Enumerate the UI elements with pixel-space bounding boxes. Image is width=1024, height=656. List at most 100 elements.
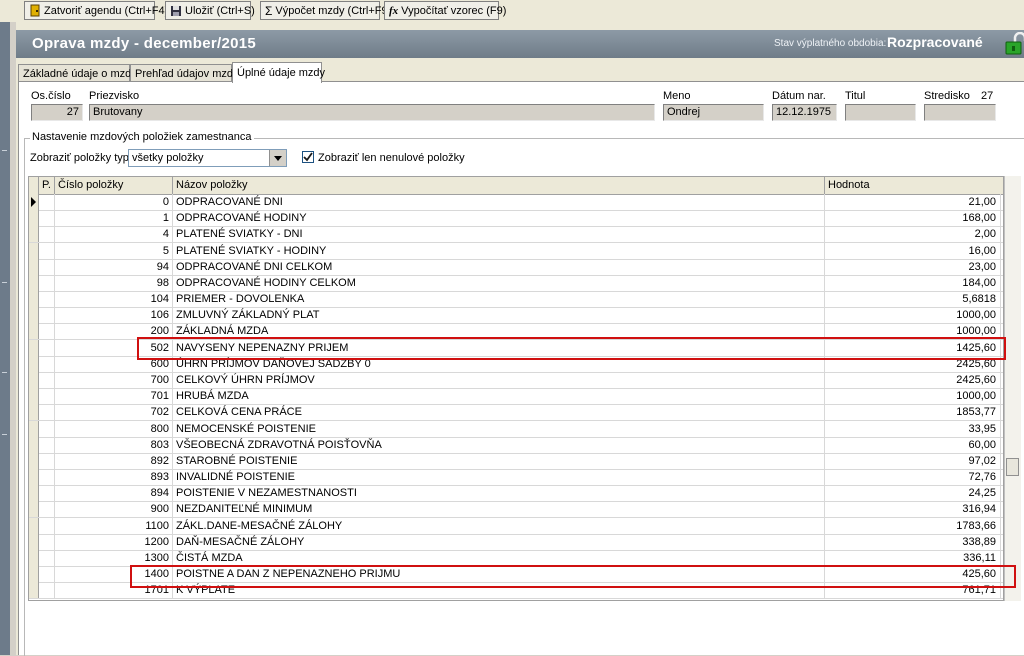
table-row[interactable]: 700 CELKOVÝ ÚHRN PRÍJMOV 2425,60 — [29, 371, 1003, 389]
row-number-cell[interactable]: 894 — [55, 485, 173, 502]
table-row[interactable]: 1100 ZÁKL.DANE-MESAČNÉ ZÁLOHY 1783,66 — [29, 517, 1003, 535]
table-row[interactable]: 1 ODPRACOVANÉ HODINY 168,00 — [29, 210, 1003, 228]
row-p-cell[interactable] — [39, 194, 55, 210]
row-name-cell[interactable]: ÚHRN PRÍJMOV DAŇOVEJ SADZBY 0 — [173, 355, 825, 372]
row-name-cell[interactable]: INVALIDNÉ POISTENIE — [173, 469, 825, 486]
row-p-cell[interactable] — [39, 371, 55, 388]
row-name-cell[interactable]: DAŇ-MESAČNÉ ZÁLOHY — [173, 533, 825, 550]
row-name-cell[interactable]: ZÁKL.DANE-MESAČNÉ ZÁLOHY — [173, 517, 825, 534]
table-row[interactable]: 200 ZÁKLADNÁ MZDA 1000,00 — [29, 323, 1003, 341]
table-row[interactable]: 1701 K VÝPLATE 761,71 — [29, 582, 1003, 600]
row-number-cell[interactable]: 1200 — [55, 533, 173, 550]
row-number-cell[interactable]: 702 — [55, 404, 173, 421]
tab-wage-overview[interactable]: Prehľad údajov mzdy — [130, 64, 239, 82]
row-p-cell[interactable] — [39, 420, 55, 437]
row-number-cell[interactable]: 701 — [55, 388, 173, 405]
row-value-cell[interactable]: 2,00 — [825, 226, 1001, 243]
row-name-cell[interactable]: ODPRACOVANÉ HODINY — [173, 210, 825, 227]
calculate-formula-button[interactable]: fx Vypočítať vzorec (F9) — [384, 1, 506, 20]
row-value-cell[interactable]: 1425,60 — [825, 339, 1001, 356]
row-number-cell[interactable]: 200 — [55, 323, 173, 340]
row-p-cell[interactable] — [39, 323, 55, 340]
row-number-cell[interactable]: 892 — [55, 452, 173, 469]
row-number-cell[interactable]: 502 — [55, 339, 173, 356]
row-number-cell[interactable]: 1701 — [55, 582, 173, 599]
table-row[interactable]: 600 ÚHRN PRÍJMOV DAŇOVEJ SADZBY 0 2425,60 — [29, 355, 1003, 373]
row-p-cell[interactable] — [39, 258, 55, 275]
row-name-cell[interactable]: PLATENÉ SVIATKY - HODINY — [173, 242, 825, 259]
table-row[interactable]: 106 ZMLUVNÝ ZÁKLADNÝ PLAT 1000,00 — [29, 307, 1003, 325]
row-number-cell[interactable]: 900 — [55, 501, 173, 518]
row-name-cell[interactable]: VŠEOBECNÁ ZDRAVOTNÁ POISŤOVŇA — [173, 436, 825, 453]
calculate-wage-button[interactable]: Σ Výpočet mzdy (Ctrl+F9) — [260, 1, 391, 20]
row-p-cell[interactable] — [39, 582, 55, 599]
row-p-cell[interactable] — [39, 404, 55, 421]
item-type-select[interactable]: všetky položky — [128, 149, 287, 167]
tab-full-wage-data[interactable]: Úplné údaje mzdy — [232, 62, 325, 83]
table-row[interactable]: 701 HRUBÁ MZDA 1000,00 — [29, 388, 1003, 406]
row-value-cell[interactable]: 1853,77 — [825, 404, 1001, 421]
table-row[interactable]: 4 PLATENÉ SVIATKY - DNI 2,00 — [29, 226, 1003, 244]
row-p-cell[interactable] — [39, 226, 55, 243]
row-number-cell[interactable]: 106 — [55, 307, 173, 324]
row-value-cell[interactable]: 184,00 — [825, 274, 1001, 291]
row-value-cell[interactable]: 168,00 — [825, 210, 1001, 227]
row-name-cell[interactable]: PRIEMER - DOVOLENKA — [173, 291, 825, 308]
row-value-cell[interactable]: 1000,00 — [825, 388, 1001, 405]
column-header-p[interactable]: P. — [39, 177, 55, 194]
table-row[interactable]: 94 ODPRACOVANÉ DNI CELKOM 23,00 — [29, 258, 1003, 276]
row-name-cell[interactable]: CELKOVÁ CENA PRÁCE — [173, 404, 825, 421]
row-value-cell[interactable]: 5,6818 — [825, 291, 1001, 308]
row-p-cell[interactable] — [39, 339, 55, 356]
table-row[interactable]: 0 ODPRACOVANÉ DNI 21,00 — [29, 194, 1003, 211]
table-row[interactable]: 1200 DAŇ-MESAČNÉ ZÁLOHY 338,89 — [29, 533, 1003, 551]
row-name-cell[interactable]: ČISTÁ MZDA — [173, 549, 825, 566]
column-header-number[interactable]: Číslo položky — [55, 177, 173, 194]
row-p-cell[interactable] — [39, 452, 55, 469]
table-row[interactable]: 800 NEMOCENSKÉ POISTENIE 33,95 — [29, 420, 1003, 438]
row-p-cell[interactable] — [39, 274, 55, 291]
row-value-cell[interactable]: 2425,60 — [825, 371, 1001, 388]
row-value-cell[interactable]: 1000,00 — [825, 307, 1001, 324]
grid-scrollbar[interactable] — [1004, 176, 1021, 601]
row-name-cell[interactable]: NEZDANITEĽNÉ MINIMUM — [173, 501, 825, 518]
row-number-cell[interactable]: 1300 — [55, 549, 173, 566]
row-value-cell[interactable]: 336,11 — [825, 549, 1001, 566]
table-row[interactable]: 1300 ČISTÁ MZDA 336,11 — [29, 549, 1003, 567]
row-p-cell[interactable] — [39, 242, 55, 259]
unlocked-padlock-icon[interactable] — [1003, 32, 1024, 56]
row-name-cell[interactable]: POISTNE A DAN Z NEPENAZNEHO PRIJMU — [173, 566, 825, 583]
scrollbar-thumb[interactable] — [1006, 458, 1019, 476]
row-number-cell[interactable]: 700 — [55, 371, 173, 388]
table-row[interactable]: 502 NAVYSENY NEPENAZNY PRIJEM 1425,60 — [29, 339, 1003, 357]
row-number-cell[interactable]: 4 — [55, 226, 173, 243]
tab-basic-wage-data[interactable]: Základné údaje o mzde — [18, 64, 137, 82]
row-p-cell[interactable] — [39, 469, 55, 486]
row-p-cell[interactable] — [39, 533, 55, 550]
row-name-cell[interactable]: K VÝPLATE — [173, 582, 825, 599]
row-value-cell[interactable]: 1783,66 — [825, 517, 1001, 534]
row-p-cell[interactable] — [39, 291, 55, 308]
table-row[interactable]: 894 POISTENIE V NEZAMESTNANOSTI 24,25 — [29, 485, 1003, 503]
row-name-cell[interactable]: ODPRACOVANÉ DNI CELKOM — [173, 258, 825, 275]
row-p-cell[interactable] — [39, 355, 55, 372]
row-name-cell[interactable]: POISTENIE V NEZAMESTNANOSTI — [173, 485, 825, 502]
table-row[interactable]: 5 PLATENÉ SVIATKY - HODINY 16,00 — [29, 242, 1003, 260]
row-value-cell[interactable]: 16,00 — [825, 242, 1001, 259]
row-p-cell[interactable] — [39, 388, 55, 405]
row-p-cell[interactable] — [39, 436, 55, 453]
row-number-cell[interactable]: 98 — [55, 274, 173, 291]
row-p-cell[interactable] — [39, 501, 55, 518]
row-value-cell[interactable]: 316,94 — [825, 501, 1001, 518]
row-p-cell[interactable] — [39, 549, 55, 566]
row-p-cell[interactable] — [39, 485, 55, 502]
row-p-cell[interactable] — [39, 517, 55, 534]
row-value-cell[interactable]: 60,00 — [825, 436, 1001, 453]
row-name-cell[interactable]: PLATENÉ SVIATKY - DNI — [173, 226, 825, 243]
nonzero-items-checkbox[interactable] — [302, 151, 314, 163]
close-agenda-button[interactable]: Zatvoriť agendu (Ctrl+F4) — [24, 1, 168, 20]
row-name-cell[interactable]: CELKOVÝ ÚHRN PRÍJMOV — [173, 371, 825, 388]
row-number-cell[interactable]: 104 — [55, 291, 173, 308]
row-value-cell[interactable]: 21,00 — [825, 194, 1001, 210]
row-value-cell[interactable]: 1000,00 — [825, 323, 1001, 340]
